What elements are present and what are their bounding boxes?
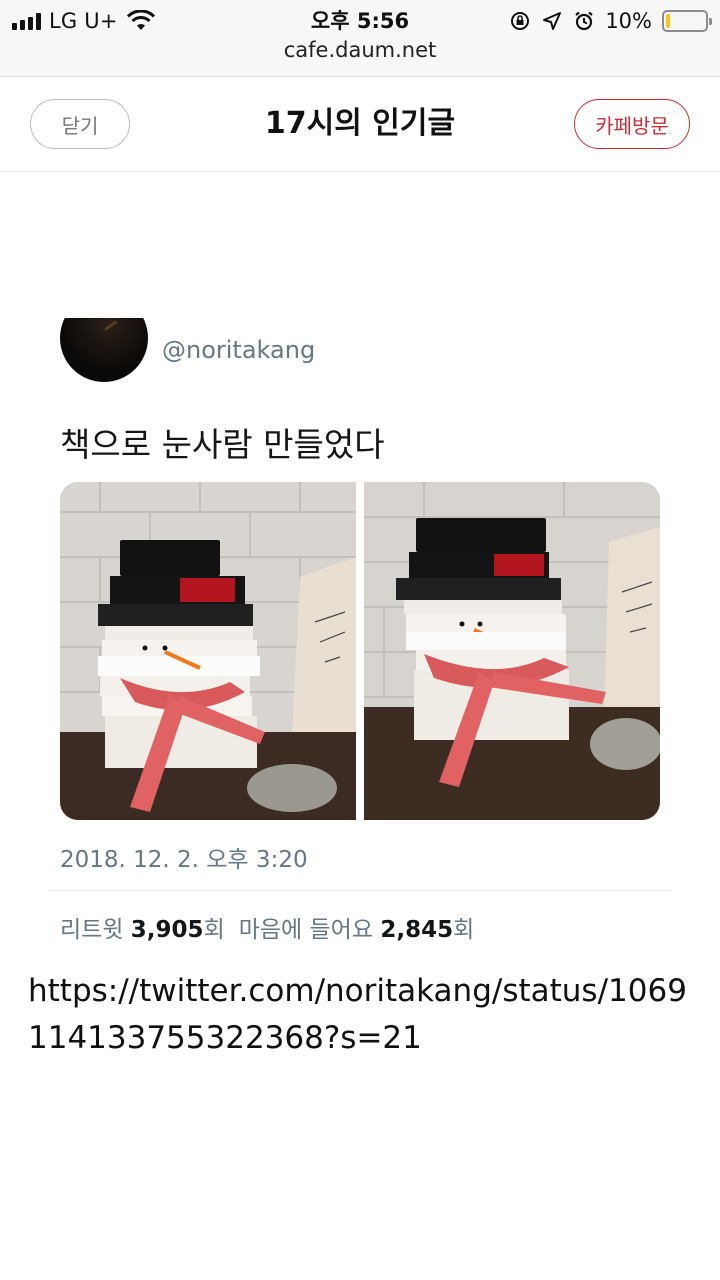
tweet-text: 책으로 눈사람 만들었다 (60, 425, 385, 464)
status-right: 10% (509, 6, 712, 36)
tweet-photo-1[interactable] (60, 482, 356, 820)
tweet-photo-2[interactable] (364, 482, 660, 820)
location-icon (543, 12, 562, 30)
tweet-handle[interactable]: @noritakang (162, 336, 315, 364)
battery-percent: 10% (605, 9, 652, 33)
tweet-stats: 리트윗 3,905회 마음에 들어요 2,845회 (60, 910, 474, 944)
visit-cafe-button[interactable]: 카페방문 (574, 99, 690, 149)
avatar[interactable] (60, 318, 148, 382)
battery-icon (662, 10, 712, 32)
close-button[interactable]: 닫기 (30, 99, 130, 149)
orientation-lock-icon (511, 12, 530, 30)
like-stat[interactable]: 마음에 들어요 2,845회 (239, 910, 475, 944)
retweet-stat[interactable]: 리트윗 3,905회 (60, 910, 225, 944)
like-count: 2,845 (380, 917, 454, 943)
retweet-count: 3,905 (130, 917, 204, 943)
address-url[interactable]: cafe.daum.net (0, 38, 720, 62)
status-bar: LG U+ 오후 5:56 10% cafe.daum.net (0, 0, 720, 77)
tweet-link[interactable]: https://twitter.com/noritakang/status/10… (28, 968, 692, 1062)
divider (48, 890, 672, 891)
page-header: 닫기 17시의 인기글 카페방문 (0, 77, 720, 172)
battery-level (666, 14, 670, 28)
tweet-media (60, 482, 660, 820)
alarm-icon (575, 11, 594, 31)
tweet-timestamp[interactable]: 2018. 12. 2. 오후 3:20 (60, 840, 308, 874)
